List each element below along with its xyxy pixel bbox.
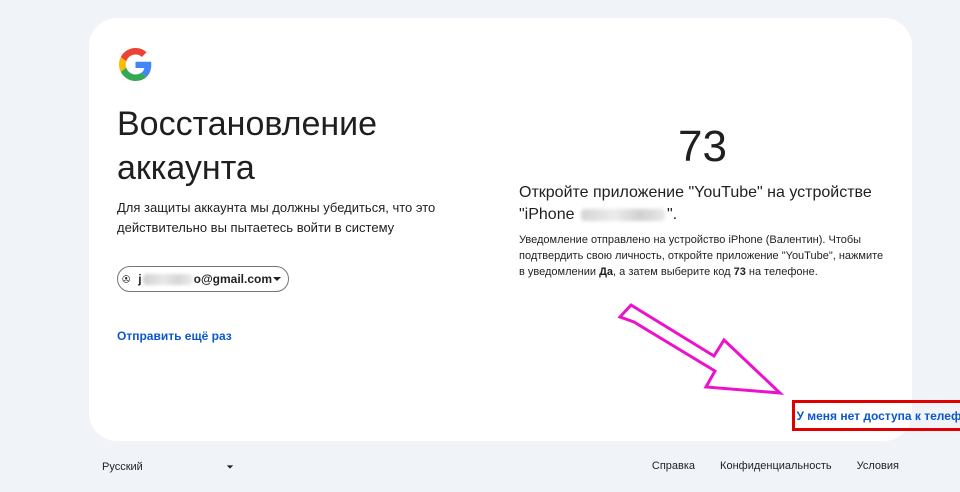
email-redaction [142,273,193,285]
account-email-suffix: o@gmail.com [193,272,272,286]
open-app-text-end: ". [666,206,678,223]
notice-text-3: на телефоне. [745,266,818,278]
notice-yes: Да [599,266,614,278]
notification-notice: Уведомление отправлено на устройство iPh… [519,232,889,280]
no-phone-access-link[interactable]: У меня нет доступа к телефону [796,409,960,423]
footer-links: Справка Конфиденциальность Условия [652,460,899,472]
language-select[interactable]: Русский [94,458,236,476]
resend-link[interactable]: Отправить ещё раз [117,329,232,343]
google-logo-icon [119,48,152,81]
page-subtitle: Для защиты аккаунта мы должны убедиться,… [117,200,436,235]
terms-link[interactable]: Условия [857,460,899,472]
account-email-prefix: j [138,272,142,286]
language-label: Русский [102,461,143,473]
caret-down-icon [226,463,234,471]
open-app-instruction: Откройте приложение "YouTube" на устройс… [519,182,899,226]
notice-code: 73 [733,266,746,278]
privacy-link[interactable]: Конфиденциальность [720,460,832,472]
account-circle-icon [122,275,130,283]
open-app-text: Откройте приложение "YouTube" на устройс… [519,184,872,223]
account-selector[interactable]: j o@gmail.com [117,266,289,292]
device-name-redaction [580,208,665,221]
account-email: j o@gmail.com [138,272,272,286]
notice-text-2: , а затем выберите код [613,266,734,278]
page-title: Восстановление аккаунта [117,105,378,187]
verification-code: 73 [678,122,727,171]
annotation-arrow [617,303,785,395]
caret-down-icon [272,274,282,284]
footer: Русский Справка Конфиденциальность Услов… [0,452,960,482]
help-link[interactable]: Справка [652,460,695,472]
highlight-box: У меня нет доступа к телефону [792,400,960,431]
recovery-card: Восстановление аккаунта Для защиты аккау… [89,18,960,441]
